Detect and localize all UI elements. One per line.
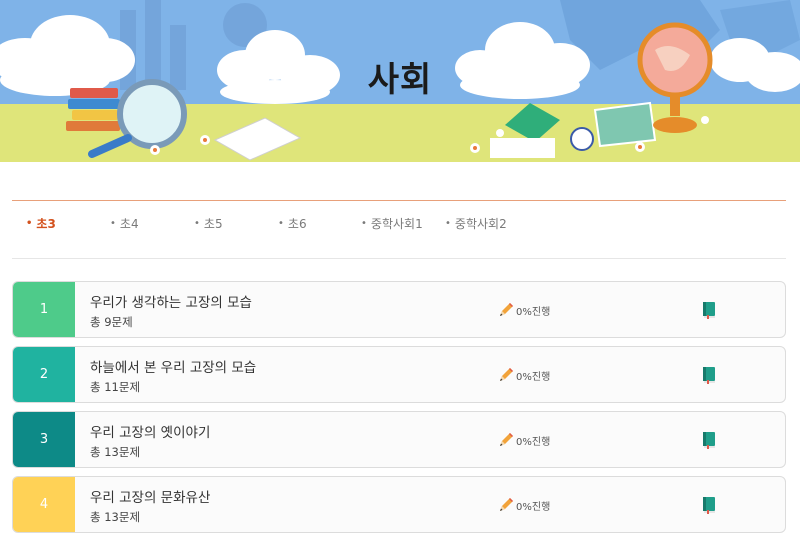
page-title: 사회 bbox=[367, 60, 433, 100]
bullet-icon: • bbox=[26, 218, 33, 229]
progress-text: 0%진행 bbox=[516, 371, 551, 383]
question-count: 총 13문제 bbox=[90, 510, 141, 524]
progress-indicator: 0%진행 bbox=[497, 301, 550, 319]
tab-label: 중학사회1 bbox=[370, 217, 423, 231]
bullet-icon: • bbox=[110, 218, 116, 229]
question-count: 총 13문제 bbox=[90, 445, 141, 459]
unit-title: 우리 고장의 문화유산 bbox=[90, 490, 211, 506]
unit-title: 하늘에서 본 우리 고장의 모습 bbox=[90, 360, 257, 376]
tab-middle-social-2[interactable]: • 중학사회2 bbox=[445, 215, 507, 232]
subject-banner: 사회 bbox=[0, 0, 800, 162]
unit-row-2[interactable]: 2 하늘에서 본 우리 고장의 모습 총 11문제 0%진행 bbox=[12, 346, 786, 403]
progress-indicator: 0%진행 bbox=[497, 496, 550, 514]
tab-grade-6[interactable]: • 초6 bbox=[278, 215, 307, 232]
unit-title: 우리 고장의 옛이야기 bbox=[90, 425, 211, 441]
pencil-icon bbox=[500, 433, 513, 446]
bullet-icon: • bbox=[445, 218, 451, 229]
bullet-icon: • bbox=[361, 218, 367, 229]
pencil-icon bbox=[500, 498, 513, 511]
unit-row-4[interactable]: 4 우리 고장의 문화유산 총 13문제 0%진행 bbox=[12, 476, 786, 533]
book-icon[interactable] bbox=[701, 301, 717, 319]
unit-row-3[interactable]: 3 우리 고장의 옛이야기 총 13문제 0%진행 bbox=[12, 411, 786, 468]
pencil-icon bbox=[500, 368, 513, 381]
tab-middle-social-1[interactable]: • 중학사회1 bbox=[361, 215, 423, 232]
unit-number: 1 bbox=[13, 282, 75, 337]
unit-list: 1 우리가 생각하는 고장의 모습 총 9문제 0%진행 2 하늘에서 본 우리… bbox=[12, 281, 786, 539]
unit-number: 3 bbox=[13, 412, 75, 467]
book-icon[interactable] bbox=[701, 431, 717, 449]
progress-indicator: 0%진행 bbox=[497, 431, 550, 449]
progress-text: 0%진행 bbox=[516, 306, 551, 318]
question-count: 총 11문제 bbox=[90, 380, 141, 394]
tab-grade-4[interactable]: • 초4 bbox=[110, 215, 139, 232]
grade-tabs: • 초3 • 초4 • 초5 • 초6 • 중학사회1 • 중학사회2 bbox=[12, 201, 786, 259]
tab-label: 초6 bbox=[287, 217, 307, 231]
book-icon[interactable] bbox=[701, 496, 717, 514]
tab-grade-3[interactable]: • 초3 bbox=[26, 215, 56, 232]
pencil-icon bbox=[500, 303, 513, 316]
unit-number: 4 bbox=[13, 477, 75, 532]
bullet-icon: • bbox=[278, 218, 284, 229]
bullet-icon: • bbox=[194, 218, 200, 229]
progress-text: 0%진행 bbox=[516, 436, 551, 448]
tab-label: 초5 bbox=[203, 217, 223, 231]
tab-label: 초3 bbox=[36, 217, 56, 231]
unit-title: 우리가 생각하는 고장의 모습 bbox=[90, 295, 252, 311]
tab-label: 중학사회2 bbox=[454, 217, 507, 231]
unit-number: 2 bbox=[13, 347, 75, 402]
progress-indicator: 0%진행 bbox=[497, 366, 550, 384]
tab-label: 초4 bbox=[119, 217, 139, 231]
book-icon[interactable] bbox=[701, 366, 717, 384]
question-count: 총 9문제 bbox=[90, 315, 133, 329]
tab-grade-5[interactable]: • 초5 bbox=[194, 215, 223, 232]
unit-row-1[interactable]: 1 우리가 생각하는 고장의 모습 총 9문제 0%진행 bbox=[12, 281, 786, 338]
progress-text: 0%진행 bbox=[516, 501, 551, 513]
